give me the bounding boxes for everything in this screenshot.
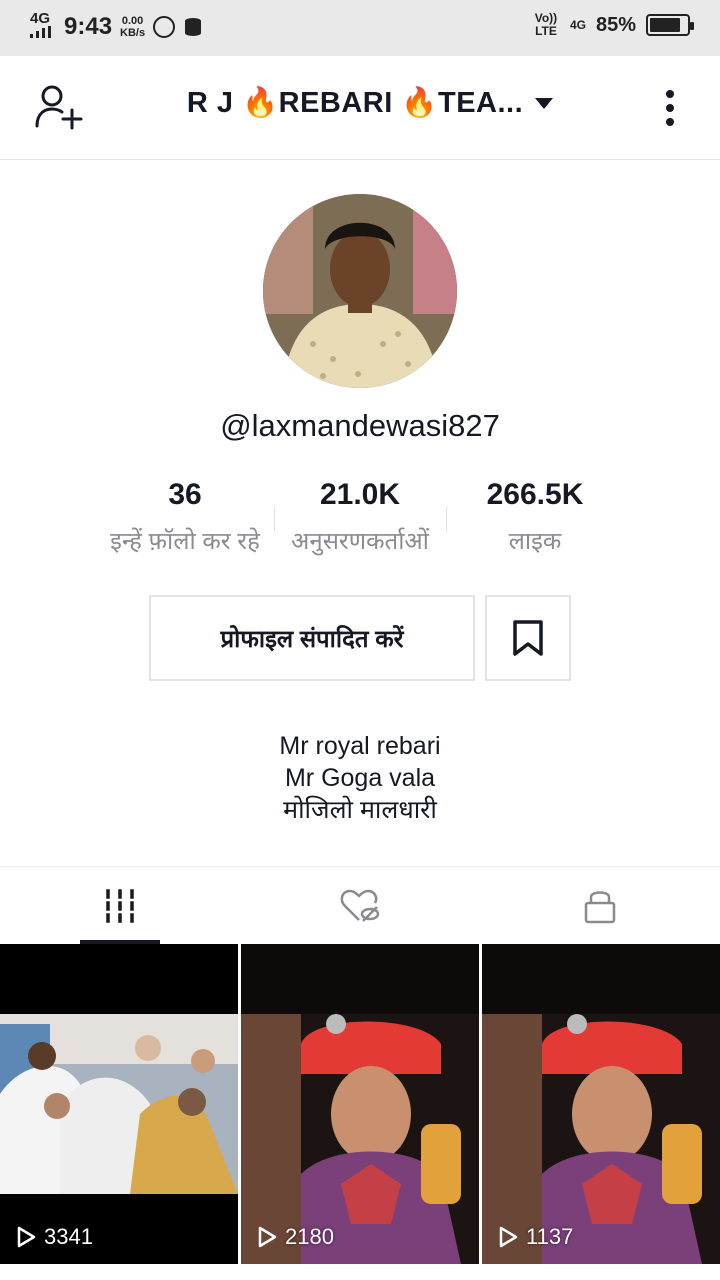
- avatar-image: [263, 194, 457, 388]
- liked-hidden-icon: [340, 889, 380, 922]
- account-title: R J 🔥REBARI 🔥TEA...: [186, 87, 524, 119]
- edit-profile-button[interactable]: प्रोफाइल संपादित करें: [149, 595, 475, 681]
- clock: 9:43: [64, 12, 113, 40]
- view-count-text: 2180: [285, 1224, 334, 1249]
- followers-count: 21.0K: [319, 478, 401, 511]
- bio-line: Mr Goga vala: [284, 764, 436, 792]
- battery-percent: 85%: [595, 13, 636, 36]
- view-count: 1137: [498, 1224, 573, 1250]
- view-count: 3341: [16, 1224, 93, 1250]
- favorites-button[interactable]: [485, 595, 571, 681]
- play-icon: [258, 1226, 277, 1248]
- video-thumbnail[interactable]: 1137: [482, 944, 720, 1264]
- data-saver-icon: [153, 15, 176, 38]
- following-label: इन्हें फ़ॉलो कर रहे: [110, 528, 260, 555]
- view-count: 2180: [257, 1224, 334, 1250]
- video-thumbnail-image: [241, 944, 479, 1264]
- network-speed: 0.00 KB/s: [120, 14, 146, 39]
- content-tabs: [0, 866, 720, 945]
- add-user-icon[interactable]: [34, 84, 86, 132]
- play-icon: [17, 1226, 36, 1248]
- account-switcher[interactable]: R J 🔥REBARI 🔥TEA...: [170, 86, 570, 120]
- likes-count: 266.5K: [486, 478, 584, 511]
- grid-icon: [106, 889, 134, 923]
- view-count-text: 3341: [44, 1224, 93, 1249]
- followers-stat[interactable]: 21.0K अनुसरणकर्ताओं: [265, 478, 455, 557]
- profile-bio: Mr royal rebari Mr Goga vala मोजिलो मालध…: [0, 730, 720, 826]
- lock-icon: [584, 891, 616, 924]
- following-count: 36: [168, 478, 202, 511]
- storage-icon: [185, 17, 202, 36]
- avatar[interactable]: [263, 194, 457, 388]
- bookmark-icon: [513, 620, 543, 656]
- view-count-text: 1137: [526, 1224, 574, 1249]
- status-bar: 4G 9:43 0.00 KB/s Vo)) LTE 4G 85%: [0, 0, 720, 56]
- network-type: 4G: [569, 17, 586, 32]
- tab-liked[interactable]: [240, 867, 480, 945]
- tab-private[interactable]: [480, 867, 720, 945]
- bio-line: Mr royal rebari: [279, 732, 441, 760]
- following-stat[interactable]: 36 इन्हें फ़ॉलो कर रहे: [90, 478, 280, 557]
- video-thumbnail-image: [482, 944, 720, 1264]
- followers-label: अनुसरणकर्ताओं: [291, 528, 429, 555]
- more-vertical-icon[interactable]: [660, 88, 680, 128]
- video-thumbnail[interactable]: 3341: [0, 944, 238, 1264]
- play-icon: [499, 1226, 518, 1248]
- video-thumbnail-image: [0, 944, 238, 1264]
- likes-label: लाइक: [508, 528, 562, 555]
- profile-header: R J 🔥REBARI 🔥TEA...: [0, 56, 720, 160]
- username: @laxmandewasi827: [220, 408, 500, 443]
- bio-line: मोजिलो मालधारी: [283, 796, 437, 824]
- likes-stat[interactable]: 266.5K लाइक: [440, 478, 630, 557]
- signal-indicator: 4G: [30, 11, 56, 41]
- tab-videos[interactable]: [0, 867, 240, 945]
- video-thumbnail[interactable]: 2180: [241, 944, 479, 1264]
- chevron-down-icon: [535, 97, 554, 109]
- battery-icon: [646, 14, 694, 36]
- volte-indicator: Vo)) LTE: [534, 11, 558, 38]
- signal-icon: [30, 26, 51, 38]
